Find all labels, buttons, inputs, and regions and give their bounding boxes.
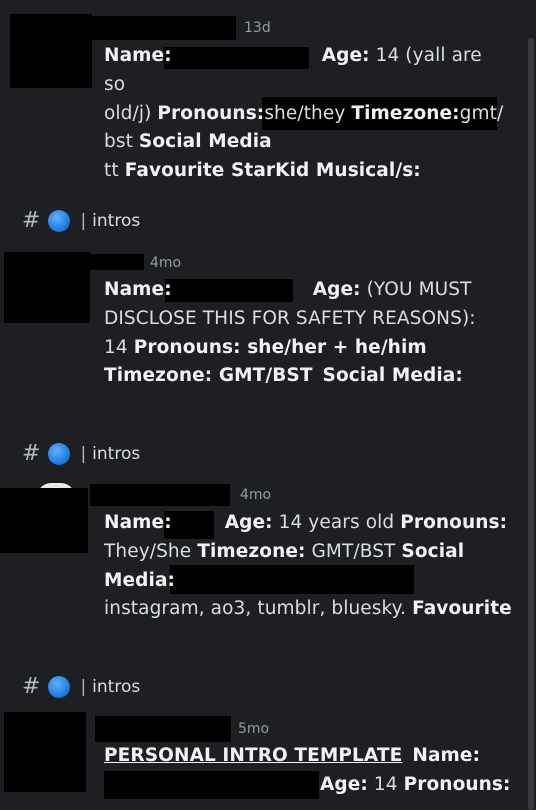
field-label: Age: [321, 45, 370, 66]
field-value: old/j) [104, 102, 158, 124]
field-value: 14 [367, 773, 404, 795]
channel-separator: | [80, 443, 87, 464]
field-label: Social Media: [322, 365, 463, 387]
message-timestamp: 4mo [240, 487, 272, 503]
field-value: 14 [104, 336, 134, 358]
channel-name: intros [92, 443, 141, 464]
field-label: Social Media [138, 131, 272, 153]
message-timestamp: 5mo [238, 721, 270, 737]
field-value: DISCLOSE THIS FOR SAFETY REASONS): [104, 307, 476, 329]
field-label: Timezone: GMT/BST [104, 365, 313, 387]
message-timestamp: 4mo [150, 255, 182, 271]
template-heading: PERSONAL INTRO TEMPLATE [104, 745, 403, 766]
blue-circle-icon [48, 675, 71, 698]
field-label: Social [401, 540, 465, 562]
avatar[interactable] [0, 488, 88, 553]
channel-link-intros[interactable]: # | intros [22, 208, 140, 233]
field-value: GMT/BST [305, 540, 402, 562]
username[interactable] [90, 16, 236, 40]
field-value: 14 years old [272, 512, 401, 533]
field-label: Age: [320, 773, 368, 795]
avatar[interactable] [4, 252, 90, 323]
username[interactable] [90, 254, 144, 270]
field-label: Pronouns: [403, 773, 511, 795]
channel-link-intros[interactable]: # | intros [22, 441, 140, 466]
field-value: she/they [264, 102, 352, 124]
field-label: Name: [412, 745, 481, 766]
message-timestamp: 13d [244, 20, 271, 36]
username[interactable] [90, 484, 230, 506]
message-content: Name: Age: 14 years old Pronouns: They/Sh… [104, 509, 524, 624]
channel-separator: | [80, 676, 87, 697]
field-value: (YOU MUST [360, 279, 472, 300]
username[interactable] [95, 716, 231, 742]
field-label: Timezone: [197, 540, 306, 562]
field-value: bst [104, 131, 139, 153]
message-content: Name: Age: (YOU MUST DISCLOSE THIS FOR SA… [104, 276, 504, 391]
channel-name: intros [92, 676, 141, 697]
chat-viewport: 13d Name: Age: 14 (yall are so old/j) Pro… [0, 0, 536, 810]
field-label: Age: [312, 279, 361, 300]
field-label: Favourite [412, 598, 512, 620]
channel-name: intros [92, 210, 141, 231]
field-value: They/She [104, 540, 198, 562]
hash-icon: # [22, 208, 41, 233]
field-value: gmt/ [459, 102, 504, 124]
scrollbar[interactable] [528, 38, 534, 810]
channel-separator: | [80, 210, 87, 231]
field-label: Pronouns: [157, 102, 265, 124]
field-label: Pronouns: she/her + he/him [133, 336, 427, 358]
field-label: Media: [104, 569, 176, 591]
field-label: Favourite StarKid Musical/s: [124, 160, 421, 182]
blue-circle-icon [48, 209, 71, 232]
field-label: Age: [224, 512, 273, 533]
blue-circle-icon [48, 442, 71, 465]
message-content: Name: Age: 14 (yall are so old/j) Pronoun… [104, 42, 504, 186]
channel-link-intros[interactable]: # | intros [22, 674, 140, 699]
message-content: PERSONAL INTRO TEMPLATE Name: Age: 14 Pro… [104, 742, 524, 800]
hash-icon: # [22, 674, 41, 699]
avatar[interactable] [4, 712, 86, 792]
avatar[interactable] [10, 14, 92, 88]
field-label: Name: [104, 279, 172, 300]
field-label: Name: [104, 45, 172, 66]
field-label: Timezone: [351, 102, 460, 124]
field-value: instagram, ao3, tumblr, bluesky. [104, 598, 413, 620]
field-label: Pronouns: [400, 512, 508, 533]
field-label: Name: [104, 512, 172, 533]
hash-icon: # [22, 441, 41, 466]
field-value: tt [104, 160, 125, 182]
